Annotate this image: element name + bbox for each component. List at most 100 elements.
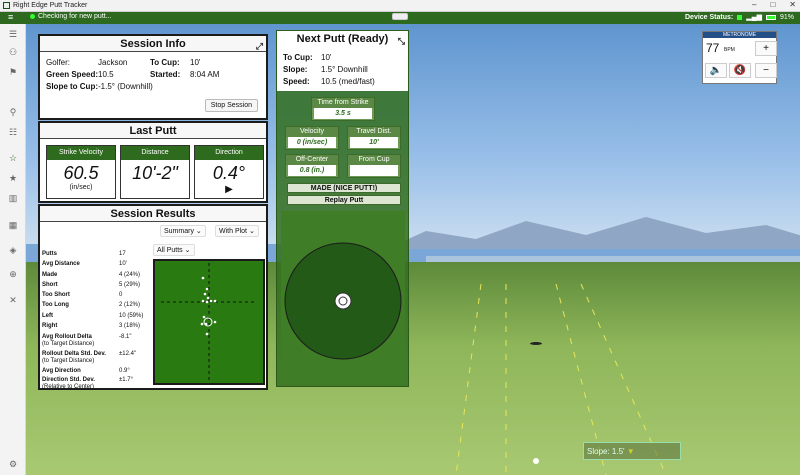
- list-icon[interactable]: ☷: [6, 126, 20, 138]
- session-info-panel: Session Info ⤢ Golfer: Jackson To Cup: 1…: [38, 34, 268, 120]
- to-cup-value: 10': [190, 58, 201, 67]
- people-icon[interactable]: ⚇: [6, 46, 20, 58]
- sound-on-button[interactable]: 🔈: [705, 63, 727, 78]
- result-row: Avg Rollout Delta -8.1" (to Target Distanc…: [42, 334, 150, 348]
- result-value: 3 (18%): [119, 323, 141, 329]
- off-center-value: 0.8 (in.): [288, 165, 336, 176]
- plot-select[interactable]: With Plot ⌄: [215, 225, 259, 237]
- metronome-title: METRONOME: [703, 32, 776, 38]
- bpm-increase-button[interactable]: +: [755, 41, 777, 56]
- made-status: MADE (NICE PUTT!): [287, 183, 401, 193]
- green-speed-value: 10.5: [98, 70, 114, 79]
- minimize-button[interactable]: –: [752, 0, 756, 9]
- drag-handle[interactable]: [392, 13, 408, 20]
- cup-hole: [530, 342, 542, 345]
- scatter-svg: [161, 263, 257, 381]
- result-row: Avg Direction 0.9°: [42, 368, 150, 375]
- chevron-down-icon: ⌄: [195, 228, 202, 235]
- expand-icon[interactable]: ⤢: [256, 38, 263, 54]
- next-putt-info: Next Putt (Ready) ⤡ To Cup: 10' Slope: 1…: [277, 31, 408, 91]
- last-putt-title: Last Putt: [40, 123, 266, 139]
- stop-session-button[interactable]: Stop Session: [204, 99, 258, 112]
- globe-icon[interactable]: ⊕: [6, 268, 20, 280]
- result-value: -8.1": [119, 334, 132, 340]
- slope-overlay-text: Slope: 1.5': [587, 447, 625, 456]
- device-ok-icon: [737, 14, 743, 20]
- next-putt-panel: Next Putt (Ready) ⤡ To Cup: 10' Slope: 1…: [276, 30, 409, 387]
- plot-select-value: With Plot: [219, 228, 248, 235]
- battery-icon: [765, 14, 776, 20]
- travel-dist-label: Travel Dist.: [348, 127, 400, 137]
- putt-filter-select[interactable]: All Putts ⌄: [153, 244, 195, 256]
- result-row: Too Long 2 (12%): [42, 302, 150, 309]
- result-label: Rollout Delta Std. Dev.: [42, 351, 106, 357]
- bpm-decrease-button[interactable]: −: [755, 63, 777, 78]
- chart-icon[interactable]: ▦: [6, 219, 20, 231]
- flag-icon[interactable]: ⚑: [6, 66, 20, 78]
- result-label: Short: [42, 282, 58, 288]
- menu-icon[interactable]: ☰: [6, 28, 20, 40]
- star-outline-icon[interactable]: ☆: [6, 152, 20, 164]
- result-value: 2 (12%): [119, 302, 141, 308]
- strike-velocity-unit: (in/sec): [69, 184, 93, 191]
- result-value: 5 (29%): [119, 282, 141, 288]
- gear-icon[interactable]: ⚙: [6, 458, 20, 470]
- result-value: ±12.4": [119, 351, 137, 357]
- maximize-button[interactable]: □: [770, 0, 775, 9]
- close-icon[interactable]: ✕: [6, 294, 20, 306]
- layers-icon[interactable]: ◈: [6, 244, 20, 256]
- star-icon[interactable]: ★: [6, 172, 20, 184]
- hamburger-menu-icon[interactable]: ≡: [8, 12, 13, 22]
- result-sublabel: (to Target Distance): [42, 341, 95, 347]
- sidebar: ☰ ⚇ ⚑ ⚲ ☷ ☆ ★ ▥ ▦ ◈ ⊕ ✕ ⚙: [0, 24, 26, 475]
- result-row: Avg Distance 10': [42, 261, 150, 268]
- result-row: Short 5 (29%): [42, 282, 150, 289]
- app-logo-icon: [3, 2, 10, 9]
- next-putt-title: Next Putt (Ready): [296, 33, 389, 45]
- mute-icon: 🔇: [733, 65, 747, 76]
- result-row: Too Short 0: [42, 292, 150, 299]
- window-titlebar: Right Edge Putt Tracker – □ ✕: [0, 0, 800, 12]
- session-info-title: Session Info: [120, 38, 186, 50]
- result-value: ±1.7°: [119, 377, 134, 383]
- person-add-icon[interactable]: ⚲: [6, 106, 20, 118]
- device-status: Device Status: ▂▄▆ 91%: [685, 13, 794, 22]
- metronome-widget: METRONOME 77 BPM + 🔈 🔇 −: [702, 31, 777, 84]
- view-select-value: Summary: [164, 228, 194, 235]
- building-icon[interactable]: ▥: [6, 192, 20, 204]
- sound-off-button[interactable]: 🔇: [729, 63, 751, 78]
- distance-label: Distance: [121, 146, 189, 160]
- np-to-cup-value: 10': [321, 53, 332, 62]
- cup-target: [281, 211, 405, 383]
- result-label: Too Short: [42, 292, 70, 298]
- result-row: Putts 17: [42, 251, 150, 258]
- velocity-box: Velocity 0 (in/sec): [285, 126, 339, 150]
- result-row: Direction Std. Dev. ±1.7° (Relative to Cen…: [42, 377, 150, 391]
- time-from-strike-box: Time from Strike 3.5 s: [311, 97, 375, 121]
- result-label: Avg Rollout Delta: [42, 334, 92, 340]
- putt-scatter-plot: [153, 259, 265, 385]
- np-speed-value: 10.5 (med/fast): [321, 77, 375, 86]
- from-cup-label: From Cup: [348, 155, 400, 165]
- golf-ball: [533, 458, 539, 464]
- result-label: Right: [42, 323, 58, 329]
- result-row: Right 3 (18%): [42, 323, 150, 330]
- chevron-down-icon: ⌄: [248, 228, 255, 235]
- next-putt-header: Next Putt (Ready) ⤡: [277, 31, 408, 47]
- replay-putt-button[interactable]: Replay Putt: [287, 195, 401, 205]
- slope-arrow-icon: ▼: [626, 447, 635, 456]
- result-value: 10 (59%): [119, 313, 144, 319]
- status-toolbar: ≡ Checking for new putt... Device Status…: [0, 12, 800, 24]
- direction-arrow-icon: ▶: [225, 184, 233, 195]
- result-value: 17: [119, 251, 126, 257]
- result-label: Direction Std. Dev.: [42, 377, 95, 383]
- close-window-button[interactable]: ✕: [789, 0, 796, 9]
- green-speed-label: Green Speed:: [46, 70, 99, 79]
- collapse-icon[interactable]: ⤡: [398, 33, 405, 49]
- golfer-value: Jackson: [98, 58, 128, 67]
- view-select[interactable]: Summary ⌄: [160, 225, 206, 237]
- session-info-header: Session Info ⤢: [40, 36, 266, 52]
- result-row: Rollout Delta Std. Dev. ±12.4" (to Target …: [42, 351, 150, 365]
- strike-velocity-box: Strike Velocity 60.5 (in/sec): [46, 145, 116, 199]
- np-slope-label: Slope:: [283, 65, 308, 74]
